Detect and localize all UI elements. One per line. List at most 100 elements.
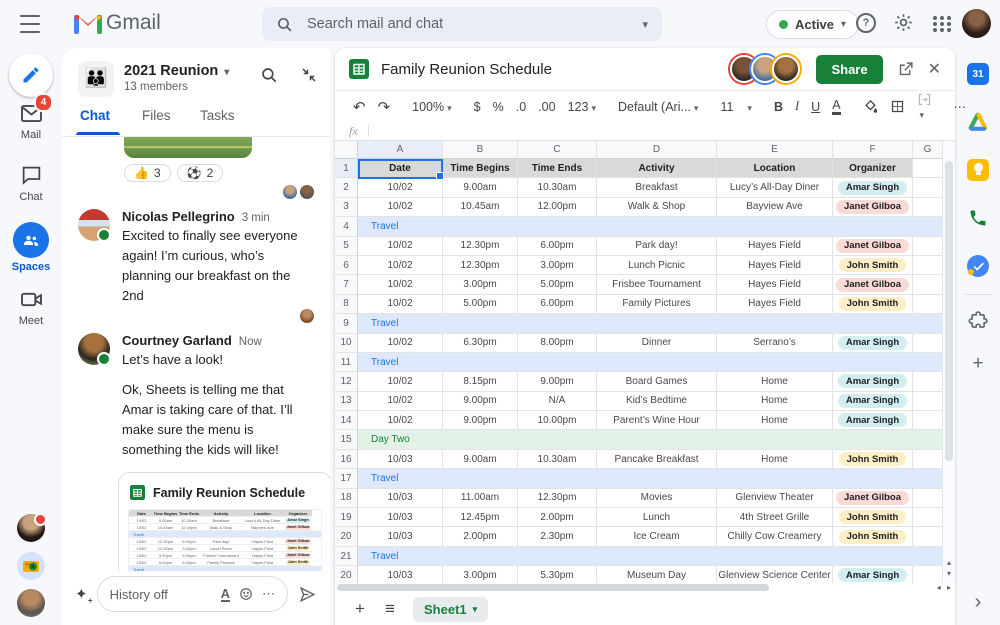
sheet-cell[interactable]: 10.30am bbox=[518, 449, 597, 470]
sheet-cell[interactable]: 6 bbox=[335, 255, 358, 276]
emoji-icon[interactable] bbox=[239, 587, 253, 601]
sheet-cell[interactable]: Park day! bbox=[597, 236, 717, 256]
sheet-cell[interactable]: Organizer bbox=[833, 159, 913, 179]
sheet-cell[interactable]: 2.30pm bbox=[518, 527, 597, 547]
sheet-cell[interactable]: Breakfast bbox=[597, 178, 717, 198]
sheet-cell[interactable]: Hayes Field bbox=[717, 236, 833, 256]
sheet-cell[interactable]: Amar Singh bbox=[833, 333, 913, 353]
sheet-cell[interactable]: 4 bbox=[335, 217, 358, 237]
sheet-cell[interactable]: 21 bbox=[335, 546, 358, 567]
sheet-cell[interactable]: 8.15pm bbox=[443, 372, 518, 392]
sheet-cell[interactable]: Janet Gilboa bbox=[833, 197, 913, 218]
more-options-icon[interactable]: ⋯ bbox=[262, 586, 275, 602]
sheet-tab-sheet1[interactable]: Sheet1 ▾ bbox=[413, 596, 489, 622]
space-search-button[interactable] bbox=[260, 66, 280, 86]
sheet-cell[interactable]: John Smith bbox=[833, 449, 913, 470]
status-selector[interactable]: Active ▾ bbox=[766, 10, 860, 39]
sheet-cell[interactable]: Parent’s Wine Hour bbox=[597, 411, 717, 431]
bold-button[interactable]: B bbox=[774, 100, 783, 114]
text-color-button[interactable]: A bbox=[832, 98, 841, 115]
all-sheets-menu-icon[interactable]: ≡ bbox=[377, 599, 403, 619]
undo-icon[interactable]: ↶ bbox=[353, 98, 366, 116]
sheet-cell[interactable]: 10/02 bbox=[358, 255, 443, 276]
sheet-cell[interactable] bbox=[913, 488, 943, 509]
space-title[interactable]: 2021 Reunion ▾ bbox=[124, 63, 229, 79]
sheet-cell[interactable] bbox=[913, 197, 943, 218]
space-avatar[interactable]: 👪 bbox=[78, 61, 114, 97]
redo-icon[interactable]: ↷ bbox=[378, 98, 391, 116]
increase-decimal-button[interactable]: .00 bbox=[538, 100, 555, 114]
sheet-cell[interactable]: Hayes Field bbox=[717, 294, 833, 315]
number-format-select[interactable]: 123 ▾ bbox=[568, 100, 596, 114]
sheet-cell[interactable]: 11.00am bbox=[443, 488, 518, 509]
shortcut-avatar-2[interactable] bbox=[17, 589, 45, 617]
horizontal-scrollbar[interactable]: ◂ ▸ bbox=[335, 583, 955, 593]
sidebar-item-chat[interactable]: Chat bbox=[0, 162, 62, 203]
sender-avatar[interactable] bbox=[78, 209, 111, 242]
sheet-cell[interactable]: Chilly Cow Creamery bbox=[717, 527, 833, 547]
sheet-cell[interactable]: 10/02 bbox=[358, 178, 443, 198]
font-select[interactable]: Default (Ari... ▾ bbox=[618, 100, 698, 114]
sheet-cell[interactable]: 9 bbox=[335, 314, 358, 334]
settings-button[interactable] bbox=[893, 12, 915, 34]
sheet-cell[interactable] bbox=[913, 178, 943, 198]
reaction-chip[interactable]: 👍 3 bbox=[124, 164, 171, 182]
sheet-cell[interactable]: 7 bbox=[335, 275, 358, 295]
sheet-cell[interactable]: Lunch bbox=[597, 508, 717, 528]
sheet-cell[interactable]: Home bbox=[717, 449, 833, 470]
sheet-cell[interactable]: 2 bbox=[335, 178, 358, 198]
borders-button[interactable] bbox=[890, 99, 905, 114]
sheet-cell[interactable]: 10/02 bbox=[358, 294, 443, 315]
sheet-cell[interactable]: 10.45am bbox=[443, 197, 518, 218]
sheet-cell[interactable]: John Smith bbox=[833, 527, 913, 547]
sheet-cell[interactable]: 9.00am bbox=[443, 178, 518, 198]
sheet-cell[interactable]: 9.00pm bbox=[443, 391, 518, 412]
sheet-cell[interactable]: 10/02 bbox=[358, 275, 443, 295]
sheet-cell[interactable]: 10/02 bbox=[358, 391, 443, 412]
share-button[interactable]: Share bbox=[816, 54, 883, 84]
sheet-cell[interactable]: A bbox=[358, 141, 443, 159]
sheet-cell[interactable]: 3.00pm bbox=[443, 275, 518, 295]
sheet-cell[interactable]: 3 bbox=[335, 197, 358, 218]
sheet-cell[interactable] bbox=[913, 372, 943, 392]
sheet-cell[interactable]: Location bbox=[717, 159, 833, 179]
sidebar-item-spaces[interactable]: Spaces bbox=[0, 222, 62, 273]
sheet-cell[interactable]: 10/02 bbox=[358, 236, 443, 256]
sheet-cell[interactable]: Walk & Shop bbox=[597, 197, 717, 218]
sheet-cell[interactable]: John Smith bbox=[833, 255, 913, 276]
reaction-chip[interactable]: ⚽ 2 bbox=[176, 164, 224, 182]
collaborator-avatar[interactable] bbox=[772, 55, 801, 83]
sheet-cell[interactable]: Janet Gilboa bbox=[833, 236, 913, 256]
sheet-cell[interactable]: Amar Singh bbox=[833, 178, 913, 198]
font-size-select[interactable]: 11 ▾ bbox=[720, 100, 752, 114]
sheet-cell[interactable]: Hayes Field bbox=[717, 275, 833, 295]
sheet-cell[interactable]: Glenview Science Center bbox=[717, 566, 833, 583]
sheet-cell[interactable]: 9.00pm bbox=[443, 411, 518, 431]
sheet-cell[interactable] bbox=[913, 391, 943, 412]
sheet-cell[interactable]: 10/02 bbox=[358, 333, 443, 353]
sheet-cell[interactable]: Kid’s Bedtime bbox=[597, 391, 717, 412]
sheet-cell[interactable]: 10/03 bbox=[358, 449, 443, 470]
sheet-cell[interactable]: 10/03 bbox=[358, 527, 443, 547]
zoom-select[interactable]: 100% ▾ bbox=[412, 100, 452, 114]
sheet-cell[interactable]: 1 bbox=[335, 159, 358, 179]
help-button[interactable]: ? bbox=[856, 13, 878, 35]
sheet-cell[interactable]: Home bbox=[717, 372, 833, 392]
sheet-cell[interactable]: Amar Singh bbox=[833, 391, 913, 412]
sheet-cell[interactable]: 10/02 bbox=[358, 197, 443, 218]
document-title[interactable]: Family Reunion Schedule bbox=[381, 61, 552, 78]
sheet-cell[interactable]: Hayes Field bbox=[717, 255, 833, 276]
sheet-cell[interactable]: Dinner bbox=[597, 333, 717, 353]
sheet-cell[interactable]: Movies bbox=[597, 488, 717, 509]
sheet-cell[interactable]: Date bbox=[358, 159, 443, 179]
main-menu-icon[interactable] bbox=[20, 15, 40, 33]
sheet-cell[interactable]: 3.00pm bbox=[443, 566, 518, 583]
shared-photo-thumbnail[interactable] bbox=[124, 137, 252, 158]
sheet-cell[interactable]: 10/02 bbox=[358, 372, 443, 392]
tab-chat[interactable]: Chat bbox=[80, 108, 110, 123]
sheet-cell[interactable]: 2.00pm bbox=[443, 527, 518, 547]
sheet-cell[interactable]: 12.30pm bbox=[443, 255, 518, 276]
sheet-cell[interactable]: 8 bbox=[335, 294, 358, 315]
sheet-cell[interactable]: Amar Singh bbox=[833, 566, 913, 583]
sheet-cell[interactable]: 10/03 bbox=[358, 566, 443, 583]
